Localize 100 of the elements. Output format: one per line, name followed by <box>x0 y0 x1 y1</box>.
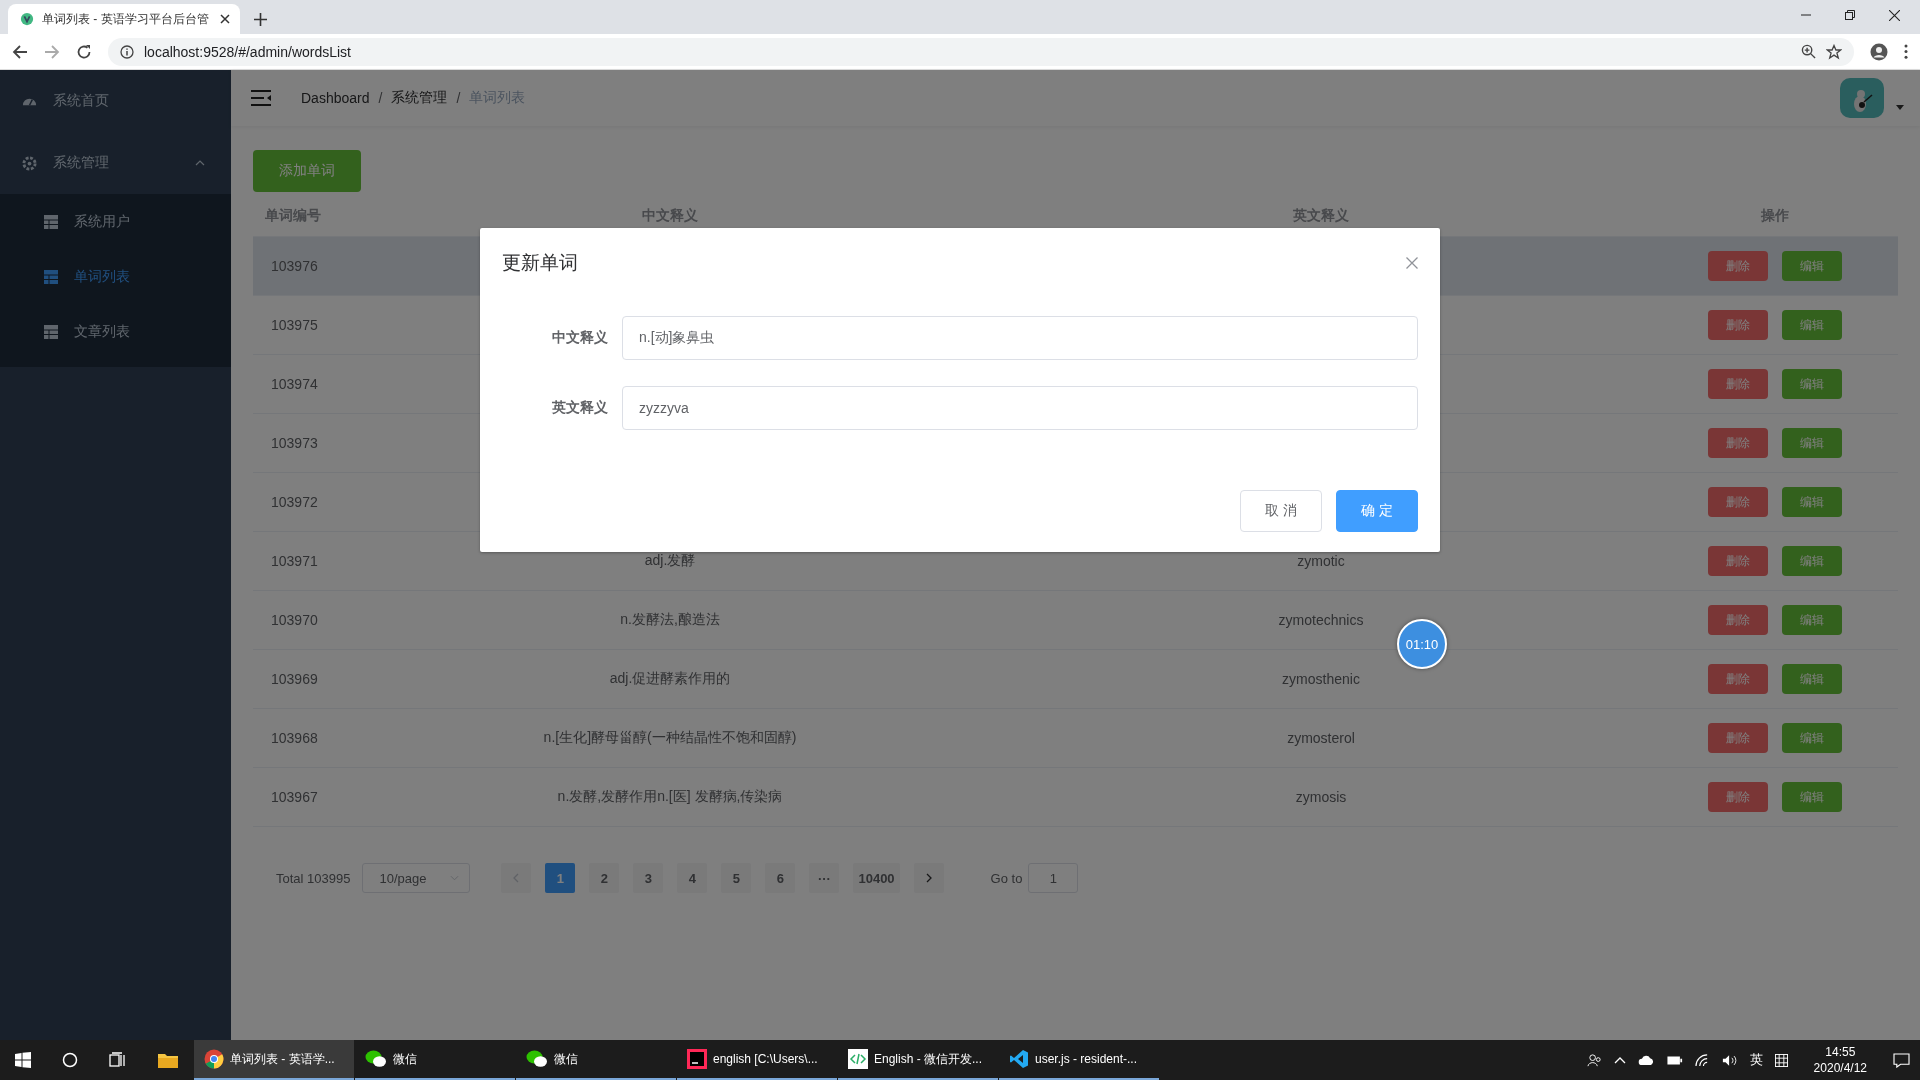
page-button[interactable]: 4 <box>677 863 708 893</box>
taskbar-item[interactable]: english [C:\Users\... <box>677 1040 837 1080</box>
task-view-icon[interactable] <box>109 1052 127 1068</box>
close-icon[interactable] <box>220 14 230 24</box>
grid-icon[interactable] <box>1774 1053 1788 1067</box>
confirm-button[interactable]: 确 定 <box>1336 490 1418 532</box>
chevron-right-icon <box>925 873 932 883</box>
edit-button[interactable]: 编辑 <box>1781 782 1842 812</box>
breadcrumb-link[interactable]: 系统管理 <box>391 89 448 107</box>
breadcrumb-separator: / <box>456 90 461 106</box>
table-cell-text: 103975 <box>270 317 319 333</box>
back-icon[interactable] <box>12 43 28 60</box>
page-button[interactable]: 6 <box>765 863 796 893</box>
zoom-icon[interactable] <box>1801 44 1816 59</box>
sidebar-item[interactable]: 系统管理 <box>0 132 231 194</box>
page-button[interactable]: 1 <box>545 863 576 893</box>
notification-icon[interactable] <box>1893 1052 1910 1068</box>
gear-icon <box>22 155 37 171</box>
code-editor-icon <box>1009 1049 1029 1069</box>
input-method-indicator[interactable]: 英 <box>1749 1051 1763 1069</box>
sidebar-item[interactable]: 单词列表 <box>0 249 231 304</box>
table-cell-text: 103971 <box>270 553 319 569</box>
windows-icon[interactable] <box>15 1052 31 1068</box>
table-cell: zymotechnics <box>1278 612 1364 628</box>
table-cell-text: 103968 <box>270 730 319 746</box>
taskbar-item[interactable]: 单词列表 - 英语学... <box>194 1040 354 1080</box>
table-cell: n.发酵法,酿造法 <box>620 611 720 627</box>
account-icon[interactable] <box>1870 42 1888 61</box>
sidebar-item[interactable]: 系统首页 <box>0 70 231 132</box>
taskbar-item[interactable]: user.js - resident-... <box>999 1040 1159 1080</box>
chevron-left-icon <box>513 873 520 883</box>
page-size-select[interactable]: 10/page <box>362 863 471 893</box>
wifi-icon[interactable] <box>1694 1053 1710 1067</box>
breadcrumb-link[interactable]: Dashboard <box>301 90 370 106</box>
edit-button[interactable]: 编辑 <box>1781 605 1842 635</box>
table-cell-text: 103970 <box>270 612 319 628</box>
delete-button[interactable]: 删除 <box>1707 605 1768 635</box>
browser-tab[interactable]: 单词列表 - 英语学习平台后台管 <box>8 4 240 34</box>
delete-button[interactable]: 删除 <box>1707 664 1768 694</box>
code-icon <box>848 1049 868 1069</box>
edit-button[interactable]: 编辑 <box>1781 369 1842 399</box>
delete-button[interactable]: 删除 <box>1707 369 1768 399</box>
field-label: 英文释义 <box>551 399 609 417</box>
table-cell-text: 103969 <box>270 671 319 687</box>
edit-button[interactable]: 编辑 <box>1781 251 1842 281</box>
delete-button[interactable]: 删除 <box>1707 782 1768 812</box>
page-button[interactable]: 2 <box>589 863 620 893</box>
delete-button[interactable]: 删除 <box>1707 428 1768 458</box>
input-field[interactable]: zyzzyva <box>622 386 1418 430</box>
caret-icon[interactable] <box>1896 104 1904 110</box>
menu-icon[interactable] <box>1904 44 1908 59</box>
folder-icon[interactable] <box>158 1052 178 1068</box>
delete-button[interactable]: 删除 <box>1707 487 1768 517</box>
reload-icon[interactable] <box>76 43 92 60</box>
sidebar-item[interactable]: 文章列表 <box>0 304 231 359</box>
star-icon[interactable] <box>1826 43 1842 60</box>
restore-icon[interactable] <box>1845 10 1855 20</box>
battery-icon[interactable] <box>1666 1054 1683 1066</box>
cancel-button[interactable]: 取 消 <box>1240 490 1322 532</box>
search-icon[interactable] <box>62 1052 78 1068</box>
cloud-icon[interactable] <box>1637 1054 1655 1066</box>
page-button[interactable]: ··· <box>809 863 840 893</box>
close-icon[interactable] <box>1889 9 1900 21</box>
table-cell: n.发酵,发酵作用n.[医] 发酵病,传染病 <box>557 788 783 804</box>
field-label: 中文释义 <box>551 329 609 347</box>
edit-button[interactable]: 编辑 <box>1781 487 1842 517</box>
page-button[interactable]: 10400 <box>853 863 900 893</box>
edit-button[interactable]: 编辑 <box>1781 664 1842 694</box>
delete-button[interactable]: 删除 <box>1707 251 1768 281</box>
taskbar-item[interactable]: 微信 <box>516 1040 676 1080</box>
chat-bubbles-icon <box>365 1049 387 1069</box>
add-word-button[interactable]: 添加单词 <box>253 150 361 192</box>
total-count: Total 103995 <box>276 870 351 886</box>
chevron-down-icon <box>450 875 460 881</box>
menu-fold-icon[interactable] <box>251 90 271 106</box>
people-icon[interactable] <box>1586 1052 1602 1068</box>
taskbar-item[interactable]: 微信 <box>355 1040 515 1080</box>
plus-icon[interactable] <box>254 13 267 26</box>
table-cell: zymosthenic <box>1282 671 1360 687</box>
edit-button[interactable]: 编辑 <box>1781 546 1842 576</box>
taskbar-item[interactable]: English - 微信开发... <box>838 1040 998 1080</box>
input-field[interactable]: n.[动]象鼻虫 <box>622 316 1418 360</box>
address-bar[interactable]: localhost:9528/#/admin/wordsList <box>108 37 1854 66</box>
edit-button[interactable]: 编辑 <box>1781 723 1842 753</box>
table-icon <box>44 214 58 229</box>
page-button[interactable]: 5 <box>721 863 752 893</box>
speaker-icon[interactable] <box>1721 1053 1738 1067</box>
delete-button[interactable]: 删除 <box>1707 310 1768 340</box>
info-icon[interactable] <box>120 44 134 59</box>
page-button[interactable]: 3 <box>633 863 664 893</box>
table-cell: zymosis <box>1295 789 1347 805</box>
chevron-up-icon[interactable] <box>1613 1056 1626 1064</box>
edit-button[interactable]: 编辑 <box>1781 428 1842 458</box>
sidebar-item[interactable]: 系统用户 <box>0 194 231 249</box>
edit-button[interactable]: 编辑 <box>1781 310 1842 340</box>
table-icon <box>44 269 58 284</box>
clock[interactable]: 14:55 2020/4/12 <box>1813 1044 1867 1076</box>
delete-button[interactable]: 删除 <box>1707 723 1768 753</box>
page-input[interactable]: 1 <box>1028 863 1079 893</box>
delete-button[interactable]: 删除 <box>1707 546 1768 576</box>
